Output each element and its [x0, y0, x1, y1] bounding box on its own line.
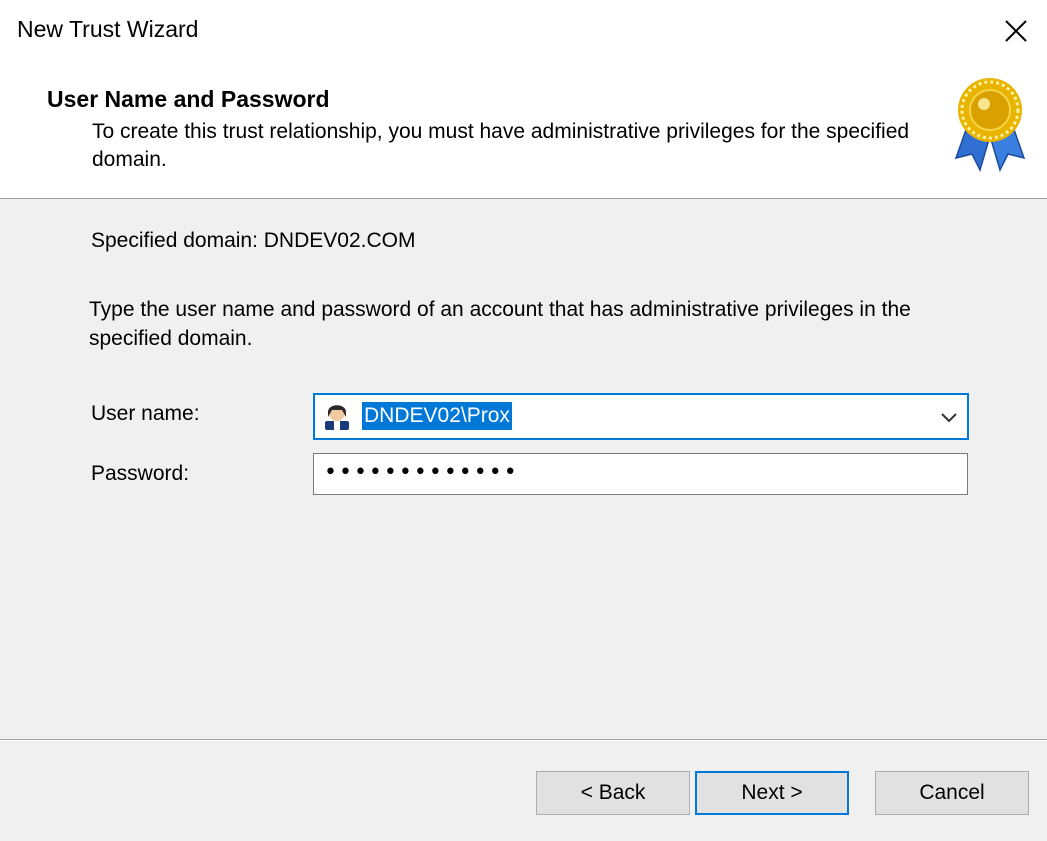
award-ribbon-icon	[954, 78, 1026, 173]
back-button[interactable]: < Back	[536, 771, 690, 815]
footer-divider	[0, 739, 1047, 741]
close-icon	[1005, 20, 1027, 42]
password-field[interactable]: •••••••••••••	[313, 453, 968, 495]
wizard-header: User Name and Password To create this tr…	[0, 62, 1047, 199]
page-subtitle: To create this trust relationship, you m…	[92, 120, 910, 171]
instructions-text: Type the user name and password of an ac…	[89, 298, 911, 350]
password-label: Password:	[91, 462, 190, 485]
specified-domain-text: Specified domain: DNDEV02.COM	[91, 229, 416, 252]
wizard-content: Specified domain: DNDEV02.COM Type the u…	[0, 199, 1047, 739]
close-button[interactable]	[985, 0, 1047, 62]
cancel-button[interactable]: Cancel	[875, 771, 1029, 815]
title-bar: New Trust Wizard	[0, 0, 1047, 62]
chevron-down-icon[interactable]	[939, 407, 959, 427]
username-combobox[interactable]: DNDEV02\Prox	[313, 393, 969, 440]
user-icon	[325, 405, 349, 430]
username-value: DNDEV02\Prox	[362, 402, 512, 430]
page-title: User Name and Password	[47, 86, 330, 112]
window-title: New Trust Wizard	[17, 16, 199, 42]
next-button[interactable]: Next >	[695, 771, 849, 815]
password-masked-value: •••••••••••••	[324, 460, 519, 485]
username-label: User name:	[91, 402, 200, 425]
